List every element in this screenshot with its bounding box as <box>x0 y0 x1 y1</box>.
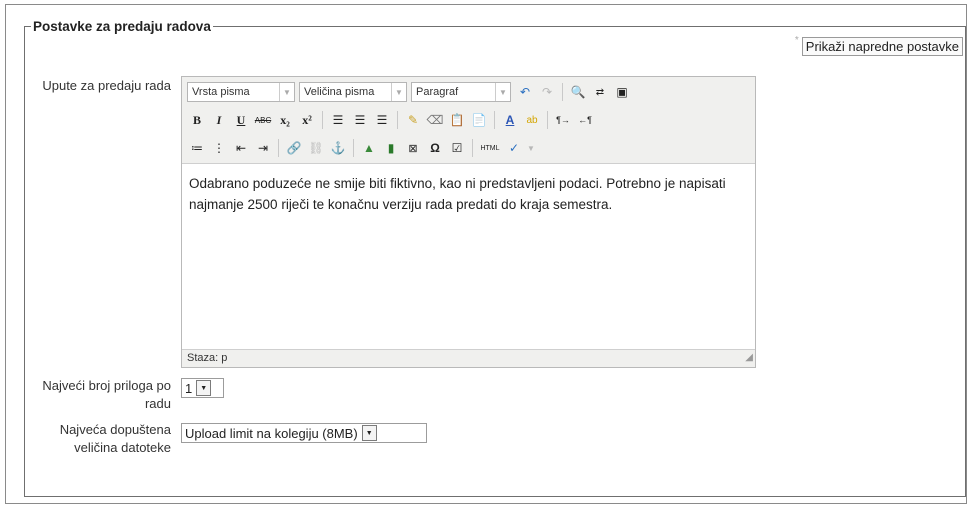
bold-button[interactable]: B <box>187 110 207 130</box>
chevron-down-icon: ▼ <box>495 83 510 101</box>
chevron-down-icon: ▼ <box>196 380 212 396</box>
max-size-label: Najveća dopuštena veličina datoteke <box>59 422 171 455</box>
font-size-select[interactable]: Veličina pisma ▼ <box>299 82 407 102</box>
font-family-value: Vrsta pisma <box>192 86 250 98</box>
undo-icon[interactable]: ↶ <box>515 82 535 102</box>
chevron-down-icon: ▼ <box>279 83 294 101</box>
find-icon[interactable]: 🔍 <box>568 82 588 102</box>
editor-path: Staza: p <box>187 352 228 364</box>
divider <box>278 139 279 157</box>
divider <box>322 111 323 129</box>
indent-icon[interactable]: ⇥ <box>253 138 273 158</box>
rich-text-editor: Vrsta pisma ▼ Veličina pisma ▼ Paragraf … <box>181 76 756 368</box>
table-icon[interactable]: ☑ <box>447 138 467 158</box>
align-left-icon[interactable]: ☰ <box>328 110 348 130</box>
max-size-select[interactable]: Upload limit na kolegiju (8MB) ▼ <box>181 423 427 443</box>
advanced-marker-icon: * <box>794 35 799 46</box>
max-size-value: Upload limit na kolegiju (8MB) <box>185 425 358 441</box>
replace-icon[interactable]: ⇄ <box>590 82 610 102</box>
strikethrough-button[interactable]: ABC <box>253 110 273 130</box>
chevron-down-icon: ▼ <box>391 83 406 101</box>
advanced-settings-area: * Prikaži napredne postavke <box>794 35 963 56</box>
divider <box>353 139 354 157</box>
image-icon[interactable]: ▲ <box>359 138 379 158</box>
chevron-down-icon: ▼ <box>361 425 377 441</box>
editor-toolbar: Vrsta pisma ▼ Veličina pisma ▼ Paragraf … <box>182 77 755 164</box>
max-files-label: Najveći broj priloga po radu <box>42 378 171 411</box>
html-source-button[interactable]: HTML <box>478 138 502 158</box>
format-value: Paragraf <box>416 86 459 98</box>
bullet-list-icon[interactable]: ≔ <box>187 138 207 158</box>
divider <box>562 83 563 101</box>
max-files-value: 1 <box>185 380 193 396</box>
fullscreen-icon[interactable]: ▣ <box>612 82 632 102</box>
cleanup-icon[interactable]: ✎ <box>403 110 423 130</box>
divider <box>547 111 548 129</box>
font-size-value: Veličina pisma <box>304 86 375 98</box>
show-advanced-button[interactable]: Prikaži napredne postavke <box>801 37 963 56</box>
divider <box>494 111 495 129</box>
special-char-icon[interactable]: Ω <box>425 138 445 158</box>
format-select[interactable]: Paragraf ▼ <box>411 82 511 102</box>
section-title: Postavke za predaju radova <box>33 19 211 34</box>
nolink-icon[interactable]: ⊠ <box>403 138 423 158</box>
numbered-list-icon[interactable]: ⋮ <box>209 138 229 158</box>
max-files-select[interactable]: 1 ▼ <box>181 378 224 398</box>
instructions-label: Upute za predaju rada <box>42 78 171 93</box>
highlight-color-icon[interactable]: ab <box>522 110 542 130</box>
remove-format-icon[interactable]: ⌫ <box>425 110 445 130</box>
divider <box>397 111 398 129</box>
subscript-button[interactable]: x₂ <box>275 110 295 130</box>
redo-icon[interactable]: ↷ <box>537 82 557 102</box>
underline-button[interactable]: U <box>231 110 251 130</box>
paste-word-icon[interactable]: 📄 <box>469 110 489 130</box>
paste-text-icon[interactable]: 📋 <box>447 110 467 130</box>
italic-button[interactable]: I <box>209 110 229 130</box>
unlink-icon[interactable]: ⛓ <box>306 138 326 158</box>
spellcheck-icon[interactable]: ✓ <box>504 138 524 158</box>
chevron-down-icon[interactable]: ▼ <box>526 138 536 158</box>
align-center-icon[interactable]: ☰ <box>350 110 370 130</box>
editor-statusbar: Staza: p ◢ <box>182 349 755 367</box>
text-color-icon[interactable]: A <box>500 110 520 130</box>
ltr-icon[interactable]: ¶→ <box>553 110 573 130</box>
superscript-button[interactable]: x² <box>297 110 317 130</box>
editor-content[interactable]: Odabrano poduzeće ne smije biti fiktivno… <box>189 173 739 215</box>
divider <box>472 139 473 157</box>
link-icon[interactable]: 🔗 <box>284 138 304 158</box>
resize-grip-icon[interactable]: ◢ <box>745 349 753 366</box>
align-right-icon[interactable]: ☰ <box>372 110 392 130</box>
anchor-icon[interactable]: ⚓ <box>328 138 348 158</box>
outdent-icon[interactable]: ⇤ <box>231 138 251 158</box>
media-icon[interactable]: ▮ <box>381 138 401 158</box>
rtl-icon[interactable]: ←¶ <box>575 110 595 130</box>
font-family-select[interactable]: Vrsta pisma ▼ <box>187 82 295 102</box>
